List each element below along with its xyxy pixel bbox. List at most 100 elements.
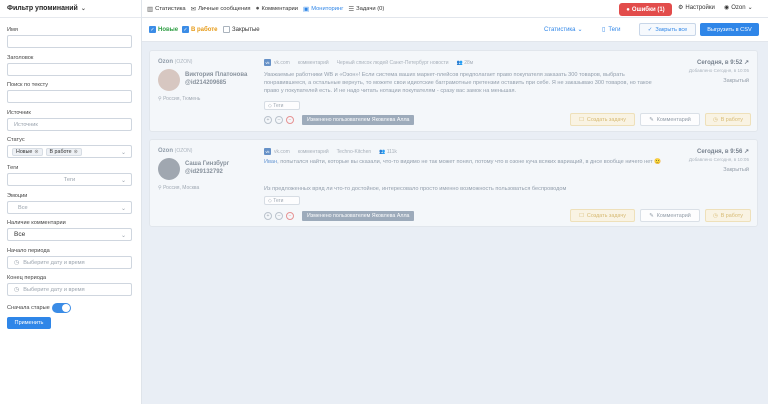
- author-name: Саша Гинзбург: [185, 161, 230, 167]
- close-all-button[interactable]: ✓ Закрыть все: [639, 23, 696, 36]
- mail-icon: ✉: [190, 5, 197, 13]
- mention-source[interactable]: Ozon (OZON): [158, 59, 192, 65]
- period-end-input[interactable]: ◷ Выберите дату и время: [7, 283, 132, 296]
- nav-label: Мониторинг: [311, 5, 344, 12]
- location-text: Россия, Тюмень: [163, 96, 201, 102]
- take-to-work-label: В работу: [720, 212, 743, 219]
- nav-label: Задачи (0): [356, 5, 385, 12]
- negative-emotion-icon[interactable]: −: [286, 212, 294, 220]
- period-start-placeholder: Выберите дату и время: [23, 259, 85, 266]
- mention-source[interactable]: Ozon (OZON): [158, 148, 192, 154]
- author-name: Виктория Платонова: [185, 72, 248, 78]
- vk-icon: vk: [264, 59, 271, 66]
- mention-date[interactable]: Сегодня, в 9:56 ↗: [697, 148, 749, 155]
- take-to-work-button[interactable]: ◷ В работу: [705, 113, 751, 126]
- source-name: Ozon: [158, 59, 173, 65]
- added-date: Добавлено Сегодня, в 10:05: [688, 157, 749, 162]
- neutral-emotion-icon[interactable]: –: [275, 212, 283, 220]
- mentioned-user[interactable]: Иван: [264, 159, 277, 165]
- text-search-input[interactable]: [7, 90, 132, 103]
- title-input[interactable]: [7, 63, 132, 76]
- filter-new-checkbox[interactable]: ✓ Новые: [149, 26, 178, 33]
- tags-chip-label: Теги: [273, 197, 284, 204]
- nav-label: Личные сообщения: [198, 5, 251, 12]
- emotions-select[interactable]: Все ⌄: [7, 201, 132, 214]
- check-icon: ✓: [182, 26, 189, 33]
- name-input[interactable]: [7, 35, 132, 48]
- date-text: Сегодня, в 9:52: [696, 60, 743, 66]
- user-icon: ◉: [724, 5, 730, 11]
- status-select[interactable]: Новые ⊗ В работе ⊗ ⌄: [7, 145, 132, 158]
- edit-icon: ✎: [649, 212, 654, 219]
- audience: 28м: [464, 59, 474, 66]
- tags-chip[interactable]: ◇ Теги: [264, 101, 300, 110]
- platform[interactable]: vk.com: [274, 149, 290, 155]
- edit-icon: ✎: [649, 116, 654, 123]
- tags-label: Теги: [7, 165, 19, 171]
- group-name[interactable]: Черный список людей Санкт-Петербург ново…: [337, 60, 449, 66]
- user-menu[interactable]: ◉ Ozon ⌄: [724, 4, 753, 12]
- take-to-work-button[interactable]: ◷ В работу: [705, 209, 751, 222]
- apply-button[interactable]: Применить: [7, 317, 51, 329]
- location: ⚲ Россия, Москва: [158, 185, 199, 191]
- title-label: Заголовок: [7, 55, 34, 61]
- nav-tasks[interactable]: ☰ Задачи (0): [348, 5, 384, 13]
- author-block[interactable]: Саша Гинзбург @id29132792: [185, 160, 229, 176]
- nav-comments[interactable]: ● Комментарии: [256, 5, 298, 12]
- check-icon: ✓: [149, 26, 156, 33]
- remove-icon[interactable]: ⊗: [74, 149, 78, 155]
- statistics-dropdown[interactable]: Статистика ⌄: [544, 26, 583, 34]
- remove-icon[interactable]: ⊗: [34, 149, 38, 155]
- platform[interactable]: vk.com: [274, 60, 290, 66]
- sort-old-first-toggle[interactable]: [52, 303, 71, 313]
- audience-icon: 👥: [456, 59, 463, 66]
- comments-presence-select[interactable]: Все ⌄: [7, 228, 132, 241]
- author-block[interactable]: Виктория Платонова @id214209685: [185, 71, 247, 87]
- mention-text-reply: Из предложенных вряд ли что-то достойное…: [264, 186, 567, 192]
- mention-card: Ozon (OZON) Саша Гинзбург @id29132792 ⚲ …: [149, 139, 758, 227]
- nav-statistics[interactable]: ▥ Статистика: [147, 5, 186, 13]
- period-start-input[interactable]: ◷ Выберите дату и время: [7, 256, 132, 269]
- create-task-button[interactable]: ☐ Создать задачу: [570, 113, 635, 126]
- source-count: (OZON): [174, 148, 193, 154]
- mention-date[interactable]: Сегодня, в 9:52 ↗: [697, 59, 749, 66]
- tags-link[interactable]: ▯ Теги: [602, 26, 621, 34]
- positive-emotion-icon[interactable]: +: [264, 116, 272, 124]
- source-input[interactable]: Источник: [7, 118, 132, 131]
- status-chip-new[interactable]: Новые ⊗: [12, 147, 43, 156]
- task-icon: ☐: [579, 212, 584, 219]
- work-icon: ◷: [713, 116, 718, 123]
- sidebar-title-text: Фильтр упоминаний: [7, 5, 78, 12]
- mention-text: Уважаемые работники WB и «Озон»! Если си…: [264, 72, 652, 94]
- negative-emotion-icon[interactable]: −: [286, 116, 294, 124]
- neutral-emotion-icon[interactable]: –: [275, 116, 283, 124]
- filter-in-progress-checkbox[interactable]: ✓ В работе: [182, 26, 218, 33]
- nav-monitoring[interactable]: ▣ Мониторинг: [303, 5, 343, 13]
- avatar[interactable]: [158, 158, 180, 180]
- chevron-down-icon: ⌄: [747, 5, 753, 11]
- external-link-icon[interactable]: ↗: [744, 60, 749, 66]
- filter-closed-checkbox[interactable]: Закрытые: [223, 26, 260, 33]
- sidebar-title[interactable]: Фильтр упоминаний ⌄: [0, 0, 141, 18]
- errors-button[interactable]: ● Ошибки (1): [619, 3, 672, 16]
- nav-messages[interactable]: ✉ Личные сообщения: [191, 5, 251, 13]
- tags-chip[interactable]: ◇ Теги: [264, 196, 300, 205]
- comment-button[interactable]: ✎ Комментарий: [640, 113, 700, 126]
- nav-label: Статистика: [155, 5, 186, 12]
- avatar[interactable]: [158, 69, 180, 91]
- external-link-icon[interactable]: ↗: [744, 149, 749, 155]
- create-task-button[interactable]: ☐ Создать задачу: [570, 209, 635, 222]
- stats-icon: ▥: [147, 5, 154, 13]
- comments-presence-label: Наличие комментарии: [7, 220, 66, 226]
- tags-select[interactable]: Теги ⌄: [7, 173, 132, 186]
- export-csv-button[interactable]: Выгрузить в CSV: [700, 23, 759, 36]
- comment-button[interactable]: ✎ Комментарий: [640, 209, 700, 222]
- status-chip-in-progress[interactable]: В работе ⊗: [45, 147, 82, 156]
- task-icon: ☐: [579, 116, 584, 123]
- settings-button[interactable]: ⚙ Настройки: [678, 4, 715, 12]
- author-id: @id214209685: [185, 80, 227, 86]
- pin-icon: ⚲: [158, 96, 162, 102]
- group-name[interactable]: Techno-Kitchen: [337, 149, 371, 155]
- emotions-placeholder: Все: [18, 204, 28, 211]
- positive-emotion-icon[interactable]: +: [264, 212, 272, 220]
